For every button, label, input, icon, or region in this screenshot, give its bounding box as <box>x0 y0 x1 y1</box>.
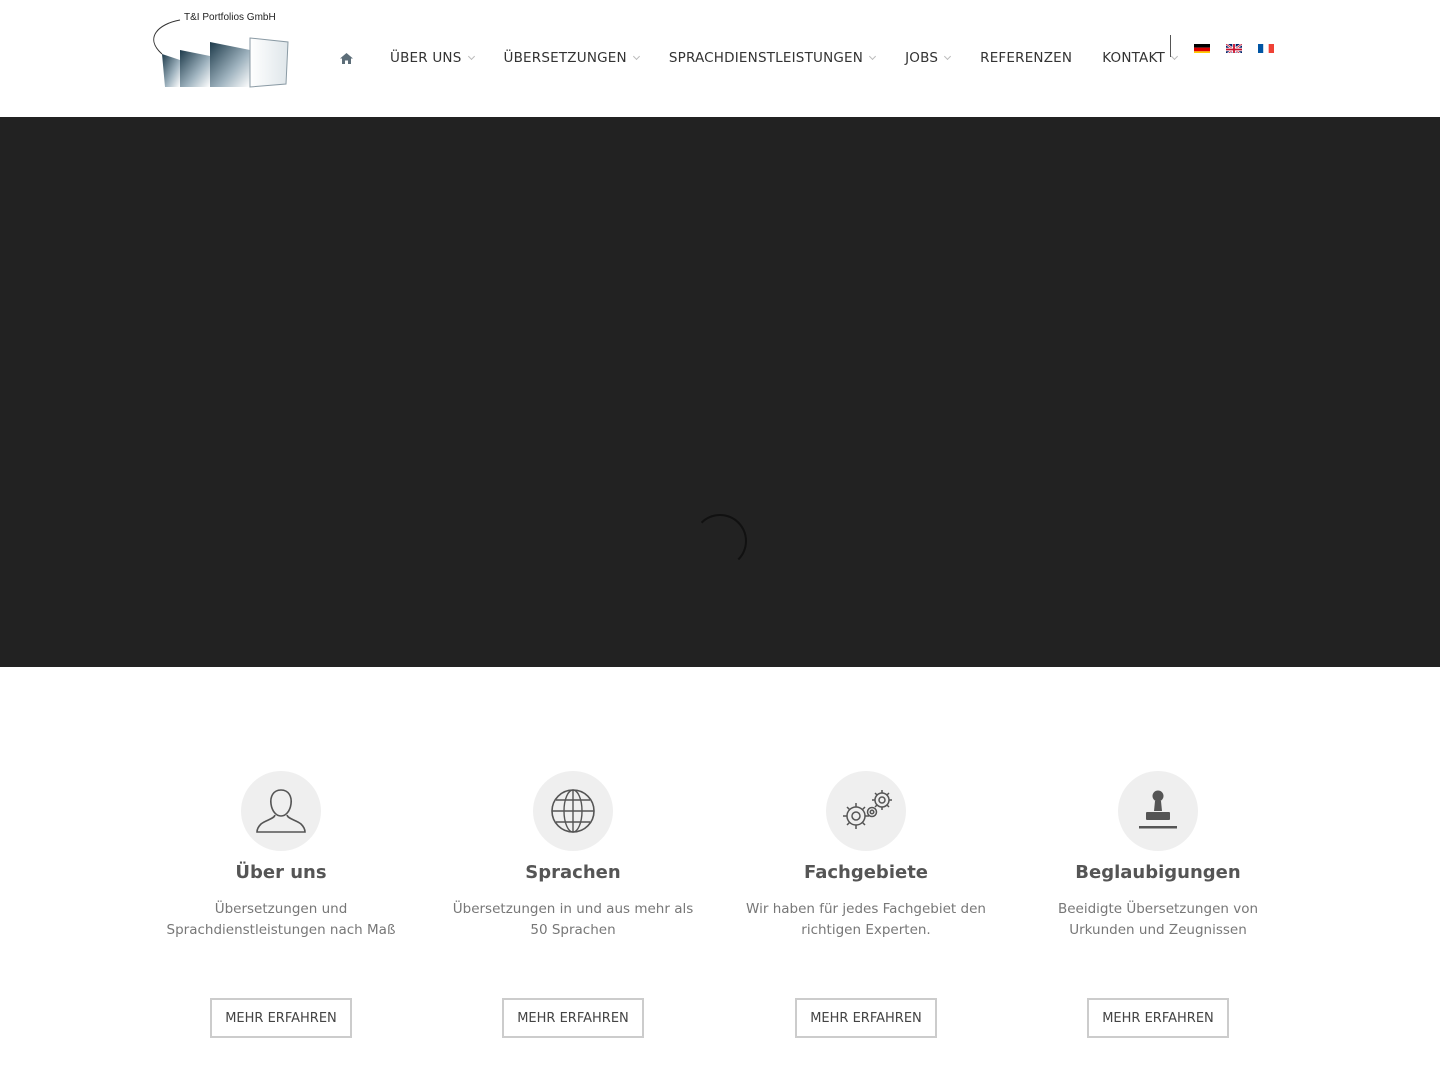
nav-item-uebersetzungen[interactable]: ÜBERSETZUNGEN <box>489 40 654 76</box>
chevron-down-icon <box>944 52 952 60</box>
chevron-down-icon <box>1170 52 1178 60</box>
gears-icon <box>843 790 892 829</box>
feature-sprachen: Sprachen Übersetzungen in und aus mehr a… <box>438 771 708 1038</box>
en-flag-icon[interactable] <box>1226 42 1242 53</box>
feature-icon-circle <box>826 771 906 851</box>
nav-item-kontakt[interactable]: KONTAKT <box>1087 40 1192 76</box>
feature-ueber-uns: Über uns Übersetzungen und Sprachdienstl… <box>146 771 416 1038</box>
nav-label: ÜBERSETZUNGEN <box>503 50 627 66</box>
loading-spinner-icon <box>693 514 747 568</box>
chevron-down-icon <box>869 52 877 60</box>
mehr-erfahren-button[interactable]: MEHR ERFAHREN <box>210 998 352 1038</box>
nav-label: KONTAKT <box>1102 50 1165 66</box>
feature-icon-circle <box>1118 771 1198 851</box>
feature-description: Wir haben für jedes Fachgebiet den richt… <box>746 901 986 938</box>
site-header: T&I Portfolios GmbH ÜBER UNS ÜBERSETZUNG… <box>0 0 1440 117</box>
language-switcher <box>1194 42 1290 53</box>
hero-slider <box>0 117 1440 667</box>
feature-title: Fachgebiete <box>803 862 929 883</box>
nav-label: REFERENZEN <box>980 50 1073 66</box>
nav-label: ÜBER UNS <box>390 50 462 66</box>
de-flag-icon[interactable] <box>1194 42 1210 53</box>
company-logo[interactable]: T&I Portfolios GmbH <box>150 10 295 90</box>
home-icon <box>340 52 353 64</box>
feature-icon-circle <box>241 771 321 851</box>
mehr-erfahren-button[interactable]: MEHR ERFAHREN <box>795 998 937 1038</box>
feature-description: Übersetzungen in und aus mehr als 50 Spr… <box>452 901 694 938</box>
feature-title: Beglaubigungen <box>1075 862 1241 883</box>
globe-icon <box>551 789 595 833</box>
nav-item-ueber-uns[interactable]: ÜBER UNS <box>375 40 489 76</box>
mehr-erfahren-button[interactable]: MEHR ERFAHREN <box>1087 998 1229 1038</box>
features-section: Über uns Übersetzungen und Sprachdienstl… <box>0 667 1440 1080</box>
mehr-erfahren-button[interactable]: MEHR ERFAHREN <box>502 998 644 1038</box>
nav-item-jobs[interactable]: JOBS <box>890 40 965 76</box>
main-navigation: ÜBER UNS ÜBERSETZUNGEN SPRACHDIENSTLEIST… <box>330 40 1192 76</box>
chevron-down-icon <box>467 52 475 60</box>
feature-description: Beeidigte Übersetzungen von Urkunden und… <box>1057 901 1259 938</box>
stamp-icon <box>1139 790 1177 829</box>
user-icon <box>256 789 306 833</box>
feature-fachgebiete: Fachgebiete Wir haben für jedes Fachgebi… <box>731 771 1001 1038</box>
fr-flag-icon[interactable] <box>1258 42 1274 53</box>
feature-description: Übersetzungen und Sprachdienstleistungen… <box>166 901 396 938</box>
nav-label: JOBS <box>905 50 939 66</box>
feature-beglaubigungen: Beglaubigungen Beeidigte Übersetzungen v… <box>1023 771 1293 1038</box>
feature-title: Sprachen <box>525 862 621 883</box>
logo-text: T&I Portfolios GmbH <box>184 12 276 23</box>
nav-item-referenzen[interactable]: REFERENZEN <box>965 40 1087 76</box>
chevron-down-icon <box>632 52 640 60</box>
feature-title: Über uns <box>235 862 327 883</box>
nav-item-sprachdienstleistungen[interactable]: SPRACHDIENSTLEISTUNGEN <box>654 40 890 76</box>
nav-home[interactable] <box>330 40 375 76</box>
nav-divider <box>1170 35 1171 57</box>
nav-label: SPRACHDIENSTLEISTUNGEN <box>668 50 864 66</box>
feature-icon-circle <box>533 771 613 851</box>
